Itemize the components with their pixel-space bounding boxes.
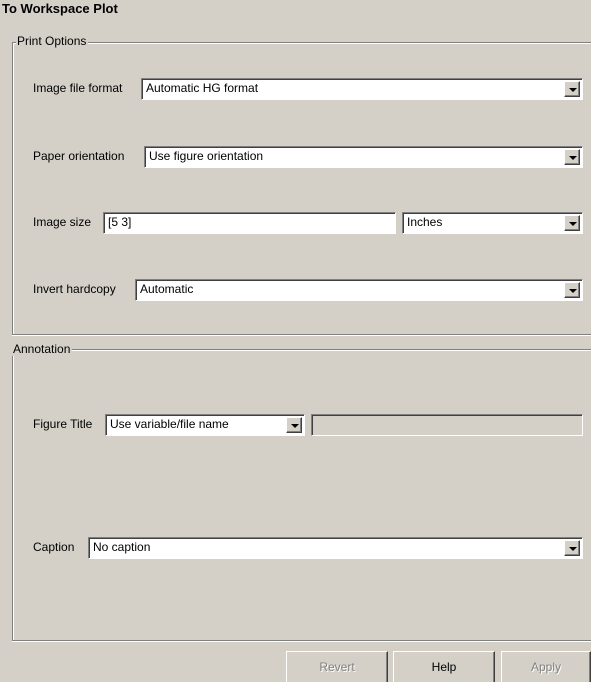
image-size-units-value: Inches — [407, 215, 443, 229]
caption-label: Caption — [33, 540, 75, 554]
chevron-down-icon[interactable] — [564, 282, 580, 298]
invert-hardcopy-value: Automatic — [140, 282, 194, 296]
chevron-down-icon[interactable] — [564, 81, 580, 97]
image-size-input[interactable]: [5 3] — [103, 212, 396, 234]
paper-orientation-select[interactable]: Use figure orientation — [144, 146, 583, 168]
caption-value: No caption — [93, 540, 151, 554]
dialog-title: To Workspace Plot — [2, 1, 118, 16]
chevron-down-icon[interactable] — [564, 149, 580, 165]
figure-title-custom-input[interactable] — [311, 414, 583, 436]
chevron-down-icon[interactable] — [564, 540, 580, 556]
print-options-group-label: Print Options — [16, 34, 89, 48]
figure-title-value: Use variable/file name — [110, 417, 229, 431]
invert-hardcopy-label: Invert hardcopy — [33, 282, 116, 296]
figure-title-select[interactable]: Use variable/file name — [105, 414, 305, 436]
annotation-group-label: Annotation — [12, 342, 73, 356]
revert-button[interactable]: Revert — [286, 651, 388, 682]
help-button[interactable]: Help — [393, 651, 495, 682]
invert-hardcopy-select[interactable]: Automatic — [135, 279, 583, 301]
paper-orientation-label: Paper orientation — [33, 149, 125, 163]
chevron-down-icon[interactable] — [564, 215, 580, 231]
revert-button-label: Revert — [319, 660, 355, 674]
image-file-format-label: Image file format — [33, 81, 123, 95]
image-size-units-select[interactable]: Inches — [402, 212, 583, 234]
paper-orientation-value: Use figure orientation — [149, 149, 264, 163]
image-size-label: Image size — [33, 215, 92, 229]
caption-select[interactable]: No caption — [88, 537, 583, 559]
apply-button[interactable]: Apply — [501, 651, 591, 682]
apply-button-label: Apply — [530, 660, 562, 674]
image-file-format-select[interactable]: Automatic HG format — [141, 78, 583, 100]
annotation-group — [12, 349, 591, 641]
chevron-down-icon[interactable] — [286, 417, 302, 433]
image-file-format-value: Automatic HG format — [146, 81, 259, 95]
image-size-value: [5 3] — [108, 215, 132, 229]
help-button-label: Help — [431, 660, 457, 674]
figure-title-label: Figure Title — [33, 417, 93, 431]
